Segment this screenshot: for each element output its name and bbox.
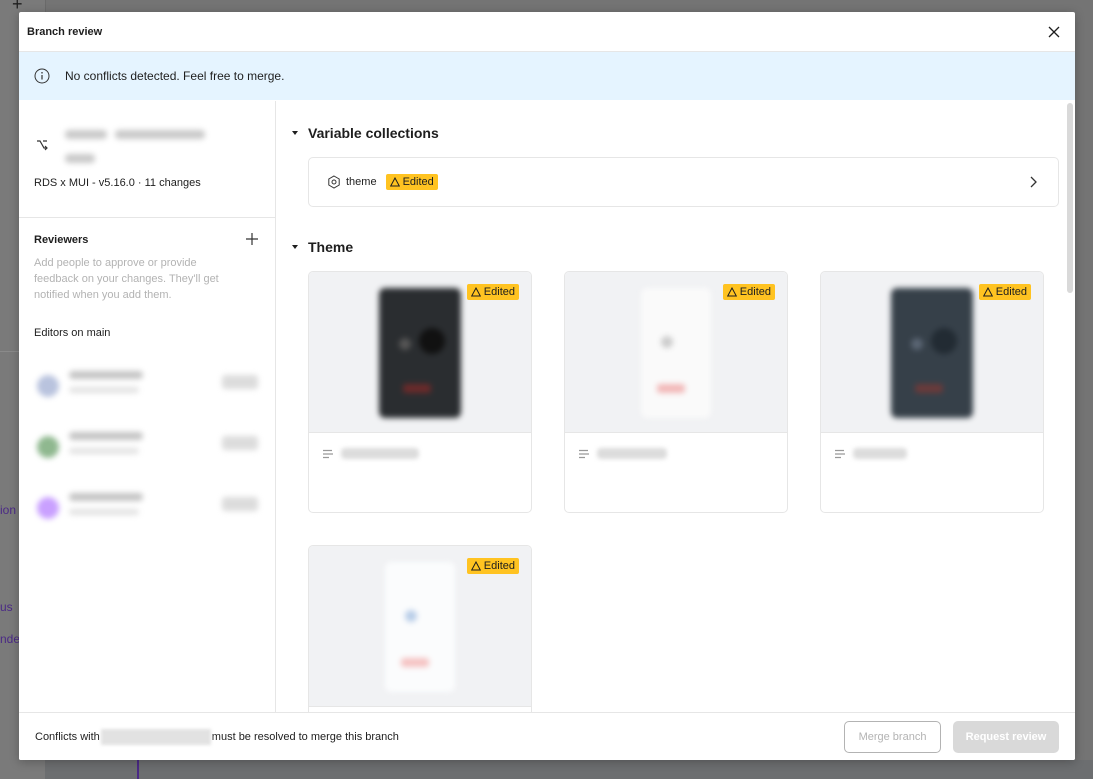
avatar (37, 375, 59, 397)
caret-down-icon (292, 245, 298, 249)
edited-badge: Edited (466, 558, 519, 574)
card-footer (309, 433, 531, 512)
thumbnail-image (891, 288, 973, 418)
component-card[interactable]: Edited (308, 271, 532, 513)
component-lines-icon (835, 449, 845, 459)
review-sidebar: RDS x MUI - v5.16.0 · 11 changes Reviewe… (19, 101, 276, 712)
chevron-right-icon (1030, 176, 1037, 188)
editor-row (29, 359, 266, 420)
banner-text: No conflicts detected. Feel free to merg… (65, 69, 285, 83)
reviewers-section: Reviewers Add people to approve or provi… (19, 218, 275, 339)
branch-name-redacted (100, 728, 211, 745)
thumbnail-image (385, 562, 455, 692)
branch-meta: RDS x MUI - v5.16.0 · 11 changes (34, 177, 201, 189)
section-toggle-variable-collections[interactable]: Variable collections (292, 125, 439, 141)
component-card[interactable]: Edited (564, 271, 788, 513)
warning-icon (726, 287, 737, 297)
info-icon (34, 68, 50, 84)
changes-panel: Variable collections theme Edited Theme … (276, 101, 1075, 712)
editor-row (29, 481, 266, 542)
scrollbar[interactable] (1067, 103, 1073, 293)
branch-icon (37, 140, 48, 151)
component-lines-icon (323, 449, 333, 459)
component-card[interactable]: Edited (820, 271, 1044, 513)
editor-name-redacted (69, 493, 143, 501)
modal-footer: Conflicts with must be resolved to merge … (19, 712, 1075, 760)
close-icon (1048, 26, 1060, 38)
warning-icon (389, 177, 400, 187)
card-footer (565, 433, 787, 512)
branch-review-modal: Branch review No conflicts detected. Fee… (19, 12, 1075, 760)
modal-header: Branch review (19, 12, 1075, 52)
background-text: us (0, 600, 13, 614)
status-banner: No conflicts detected. Feel free to merg… (19, 52, 1075, 100)
variable-collection-icon (328, 175, 340, 189)
conflict-message: Conflicts with must be resolved to merge … (35, 728, 399, 745)
component-card[interactable]: Edited (308, 545, 532, 712)
edited-badge: Edited (722, 284, 775, 300)
background-canvas (45, 760, 1093, 779)
edited-badge: Edited (385, 174, 438, 190)
request-review-button[interactable]: Request review (953, 721, 1059, 753)
modal-title: Branch review (27, 25, 103, 38)
caret-down-icon (292, 131, 298, 135)
thumbnail-image (379, 288, 461, 418)
card-name-redacted (597, 448, 667, 459)
editor-email-redacted (69, 509, 139, 515)
branch-info: RDS x MUI - v5.16.0 · 11 changes (19, 101, 275, 218)
editors-title: Editors on main (34, 327, 111, 339)
avatar (37, 436, 59, 458)
card-thumbnail: Edited (309, 546, 531, 707)
collection-label: theme (346, 176, 377, 188)
warning-icon (470, 287, 481, 297)
background-connector (137, 760, 139, 779)
card-thumbnail: Edited (309, 272, 531, 433)
reviewers-title: Reviewers (34, 234, 89, 246)
edited-badge: Edited (978, 284, 1031, 300)
card-thumbnail: Edited (821, 272, 1043, 433)
warning-icon (470, 561, 481, 571)
editor-list (29, 359, 266, 542)
card-name-redacted (341, 448, 419, 459)
close-button[interactable] (1045, 23, 1063, 41)
add-reviewer-button[interactable] (245, 232, 259, 246)
reviewers-description: Add people to approve or provide feedbac… (34, 257, 219, 301)
warning-icon (982, 287, 993, 297)
background-text: ion (0, 503, 17, 517)
editor-role-redacted (222, 497, 258, 511)
editor-row (29, 420, 266, 481)
card-footer (821, 433, 1043, 512)
editor-name-redacted (69, 432, 143, 440)
card-thumbnail: Edited (565, 272, 787, 433)
editor-role-redacted (222, 436, 258, 450)
editor-email-redacted (69, 448, 139, 454)
editor-role-redacted (222, 375, 258, 389)
editor-name-redacted (69, 371, 143, 379)
section-title: Theme (308, 239, 354, 255)
edited-badge: Edited (466, 284, 519, 300)
component-lines-icon (579, 449, 589, 459)
section-title: Variable collections (308, 125, 439, 141)
merge-branch-button[interactable]: Merge branch (844, 721, 941, 753)
branch-name-redacted (57, 120, 213, 176)
collection-row-theme[interactable]: theme Edited (308, 157, 1059, 207)
editor-email-redacted (69, 387, 139, 393)
thumbnail-image (641, 288, 711, 418)
avatar (37, 497, 59, 519)
card-name-redacted (853, 448, 907, 459)
section-toggle-theme[interactable]: Theme (292, 239, 353, 255)
